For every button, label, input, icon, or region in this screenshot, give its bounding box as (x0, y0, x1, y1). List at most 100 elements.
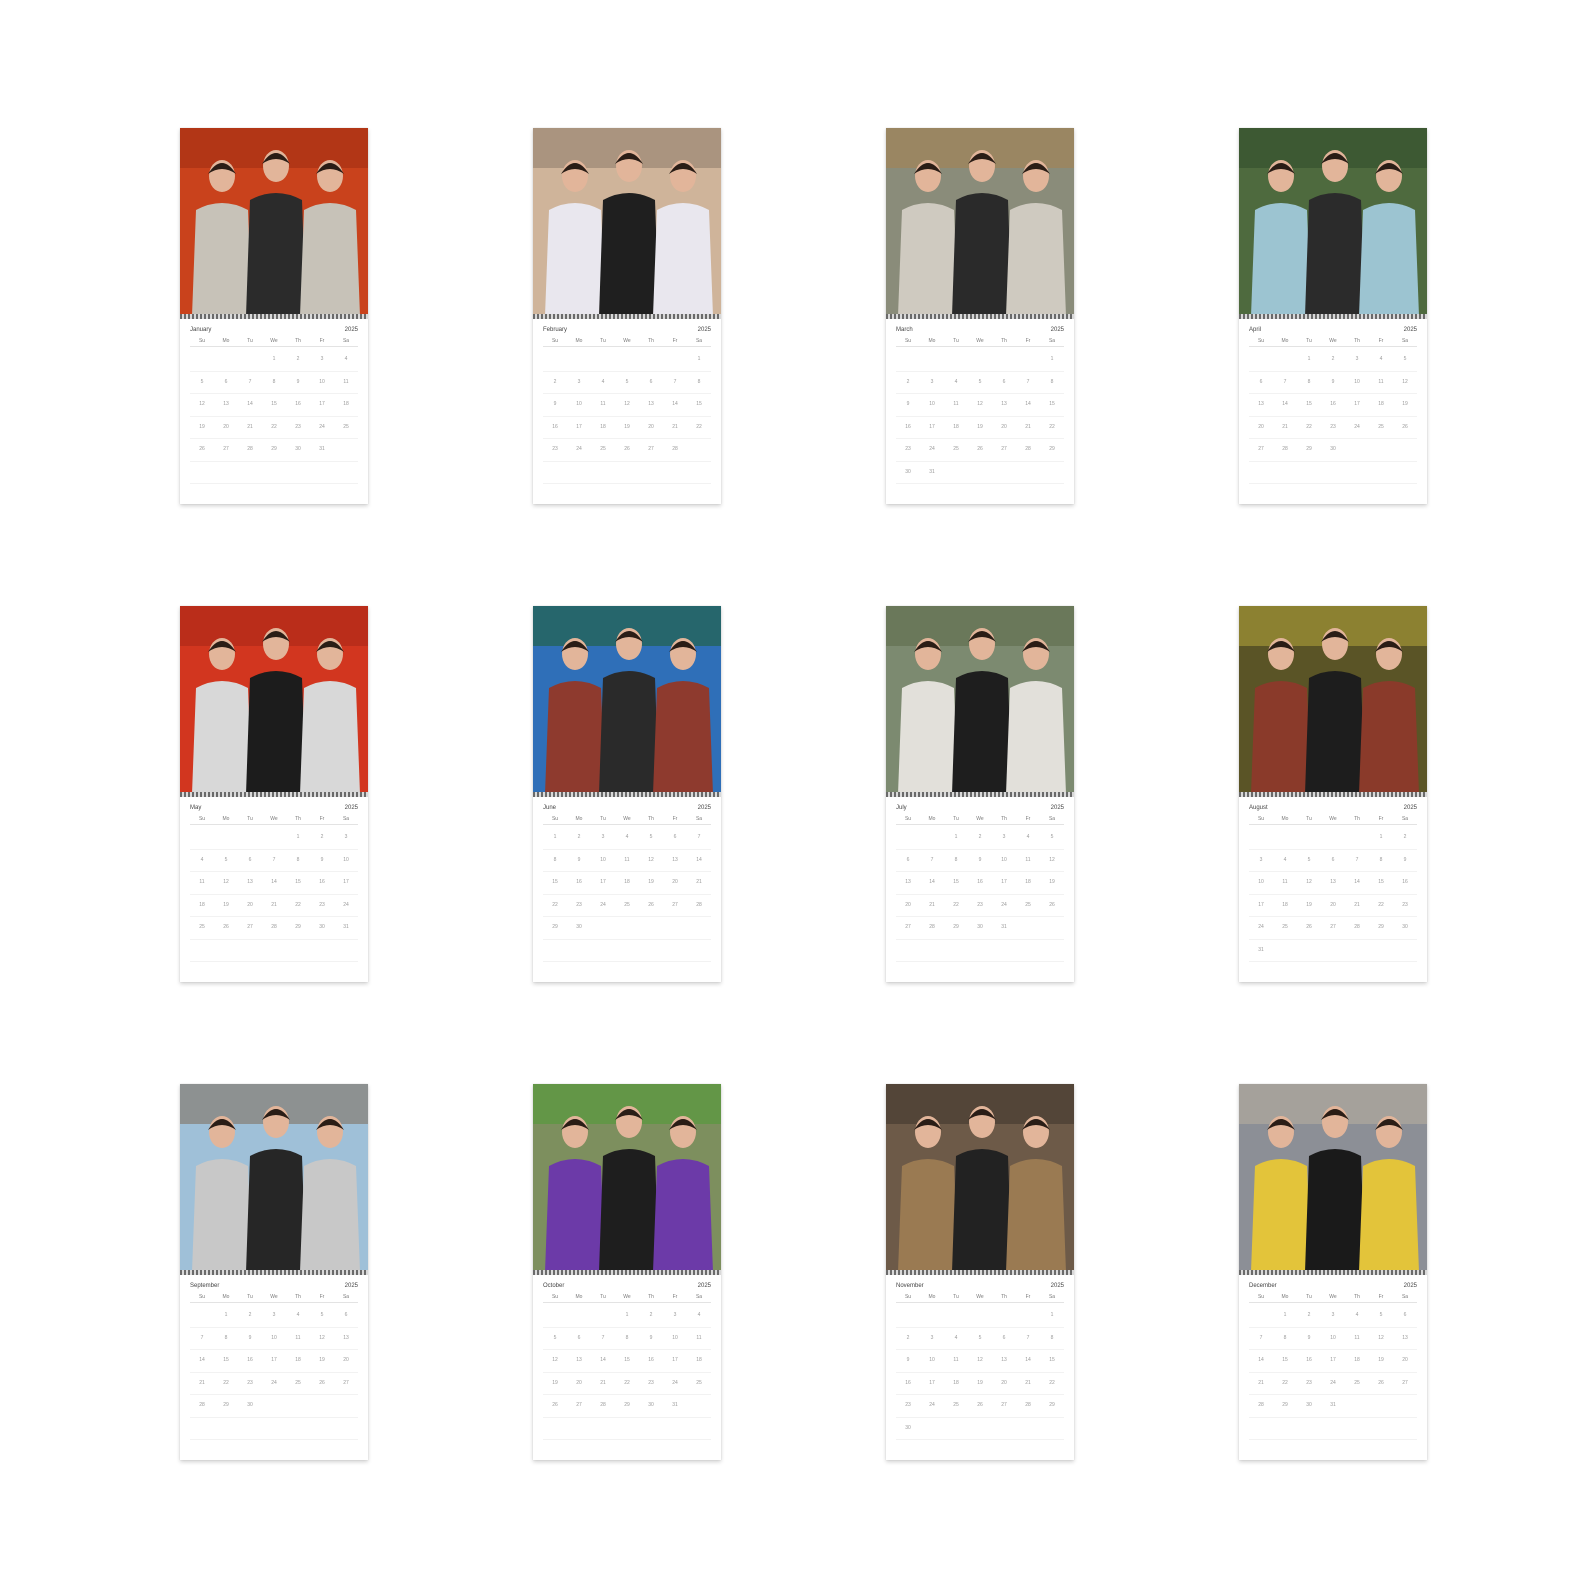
empty-day-cell (1369, 1418, 1393, 1440)
empty-day-cell (334, 1418, 358, 1440)
day-cell: 28 (920, 917, 944, 940)
weekday-row: Su Mo Tu We Th Fr Sa (1249, 336, 1417, 347)
weekday-label: Su (1257, 1294, 1265, 1300)
month-name: September (190, 1283, 220, 1289)
empty-day-cell (310, 462, 334, 484)
calendar-page: April 2025 Su Mo Tu We Th Fr Sa 1 2 3 4 5 6 7 8 9 10 11 1… (1239, 319, 1427, 504)
empty-day-cell (896, 349, 920, 372)
weekday-label: Th (295, 816, 301, 822)
weekday-label: Sa (1048, 1294, 1056, 1300)
calendar-page: October 2025 Su Mo Tu We Th Fr Sa 1 2 3 4 5 6 7 8 9 10 1… (533, 1275, 721, 1460)
day-cell: 3 (1345, 349, 1369, 372)
month-name: April (1249, 327, 1262, 333)
day-cell: 14 (591, 1350, 615, 1373)
day-cell: 1 (1040, 1305, 1064, 1328)
figure-body (599, 1149, 659, 1272)
empty-day-cell (992, 940, 1016, 962)
day-cell: 9 (543, 394, 567, 417)
figure-body (246, 1149, 306, 1272)
empty-day-cell (639, 349, 663, 372)
weekday-label: Su (198, 338, 206, 344)
band-photo (886, 606, 1074, 794)
empty-day-cell (920, 940, 944, 962)
weekday-label: Tu (1306, 338, 1312, 344)
figure-body (545, 681, 605, 794)
day-cell: 1 (1297, 349, 1321, 372)
day-cell: 21 (663, 417, 687, 439)
day-cell: 1 (1369, 827, 1393, 850)
empty-day-cell (310, 940, 334, 962)
day-cell: 28 (687, 895, 711, 917)
weekday-label: We (270, 338, 278, 344)
day-cell: 7 (1016, 372, 1040, 394)
day-grid: 1 2 3 4 5 6 7 8 9 10 11 12 13 14 15 16 17 18 19 20 21 22 23 24 2… (543, 1305, 711, 1440)
day-cell: 13 (214, 394, 238, 417)
day-cell: 9 (1393, 850, 1417, 872)
day-cell: 4 (286, 1305, 310, 1328)
empty-day-cell (262, 1395, 286, 1418)
weekday-label: Mo (575, 338, 583, 344)
empty-day-cell (944, 1305, 968, 1328)
empty-day-cell (920, 349, 944, 372)
empty-day-cell (567, 1305, 591, 1328)
day-cell: 15 (214, 1350, 238, 1373)
day-cell: 2 (310, 827, 334, 850)
day-cell: 25 (190, 917, 214, 940)
month-header: July 2025 (896, 803, 1064, 813)
month-header: April 2025 (1249, 325, 1417, 335)
empty-day-cell (262, 827, 286, 850)
day-cell: 25 (687, 1373, 711, 1395)
day-cell: 11 (286, 1328, 310, 1350)
empty-day-cell (262, 1418, 286, 1440)
day-cell: 16 (896, 1373, 920, 1395)
empty-day-cell (968, 462, 992, 484)
day-cell: 10 (334, 850, 358, 872)
figure-body (246, 193, 306, 316)
weekday-label: Mo (222, 338, 230, 344)
day-cell: 7 (591, 1328, 615, 1350)
photo-image (886, 1084, 1074, 1272)
day-cell: 11 (1369, 372, 1393, 394)
empty-day-cell (1297, 1418, 1321, 1440)
day-cell: 5 (543, 1328, 567, 1350)
empty-day-cell (1016, 940, 1040, 962)
weekday-label: Tu (953, 338, 959, 344)
day-cell: 28 (238, 439, 262, 462)
day-cell: 2 (286, 349, 310, 372)
day-cell: 19 (968, 417, 992, 439)
day-cell: 6 (1321, 850, 1345, 872)
day-cell: 8 (286, 850, 310, 872)
day-cell: 20 (663, 872, 687, 895)
figure-body (192, 203, 252, 316)
month-year: 2025 (1050, 327, 1064, 333)
figure-body (599, 193, 659, 316)
weekday-label: Th (1001, 338, 1007, 344)
photo-image (1239, 128, 1427, 316)
day-cell: 7 (1345, 850, 1369, 872)
weekday-label: Mo (1281, 338, 1289, 344)
month-name: August (1249, 805, 1268, 811)
photo-image (1239, 606, 1427, 794)
day-cell: 6 (639, 372, 663, 394)
band-photo (533, 606, 721, 794)
day-cell: 2 (1393, 827, 1417, 850)
day-cell: 24 (262, 1373, 286, 1395)
weekday-row: Su Mo Tu We Th Fr Sa (896, 336, 1064, 347)
day-cell: 22 (262, 417, 286, 439)
day-cell: 17 (920, 417, 944, 439)
day-cell: 20 (1249, 417, 1273, 439)
weekday-label: Tu (247, 816, 253, 822)
weekday-label: Mo (222, 1294, 230, 1300)
month-header: January 2025 (190, 325, 358, 335)
day-grid: 1 2 3 4 5 6 7 8 9 10 11 12 13 14 15 16 17 18 19 20 21 22 23 24 2… (190, 827, 358, 962)
day-cell: 17 (920, 1373, 944, 1395)
empty-day-cell (1297, 827, 1321, 850)
empty-day-cell (1297, 940, 1321, 962)
day-cell: 3 (262, 1305, 286, 1328)
day-cell: 11 (1016, 850, 1040, 872)
day-cell: 13 (1249, 394, 1273, 417)
day-cell: 4 (334, 349, 358, 372)
empty-day-cell (687, 940, 711, 962)
month-header: November 2025 (896, 1281, 1064, 1291)
month-page-september: September 2025 Su Mo Tu We Th Fr Sa 1234567891… (180, 1084, 368, 1460)
